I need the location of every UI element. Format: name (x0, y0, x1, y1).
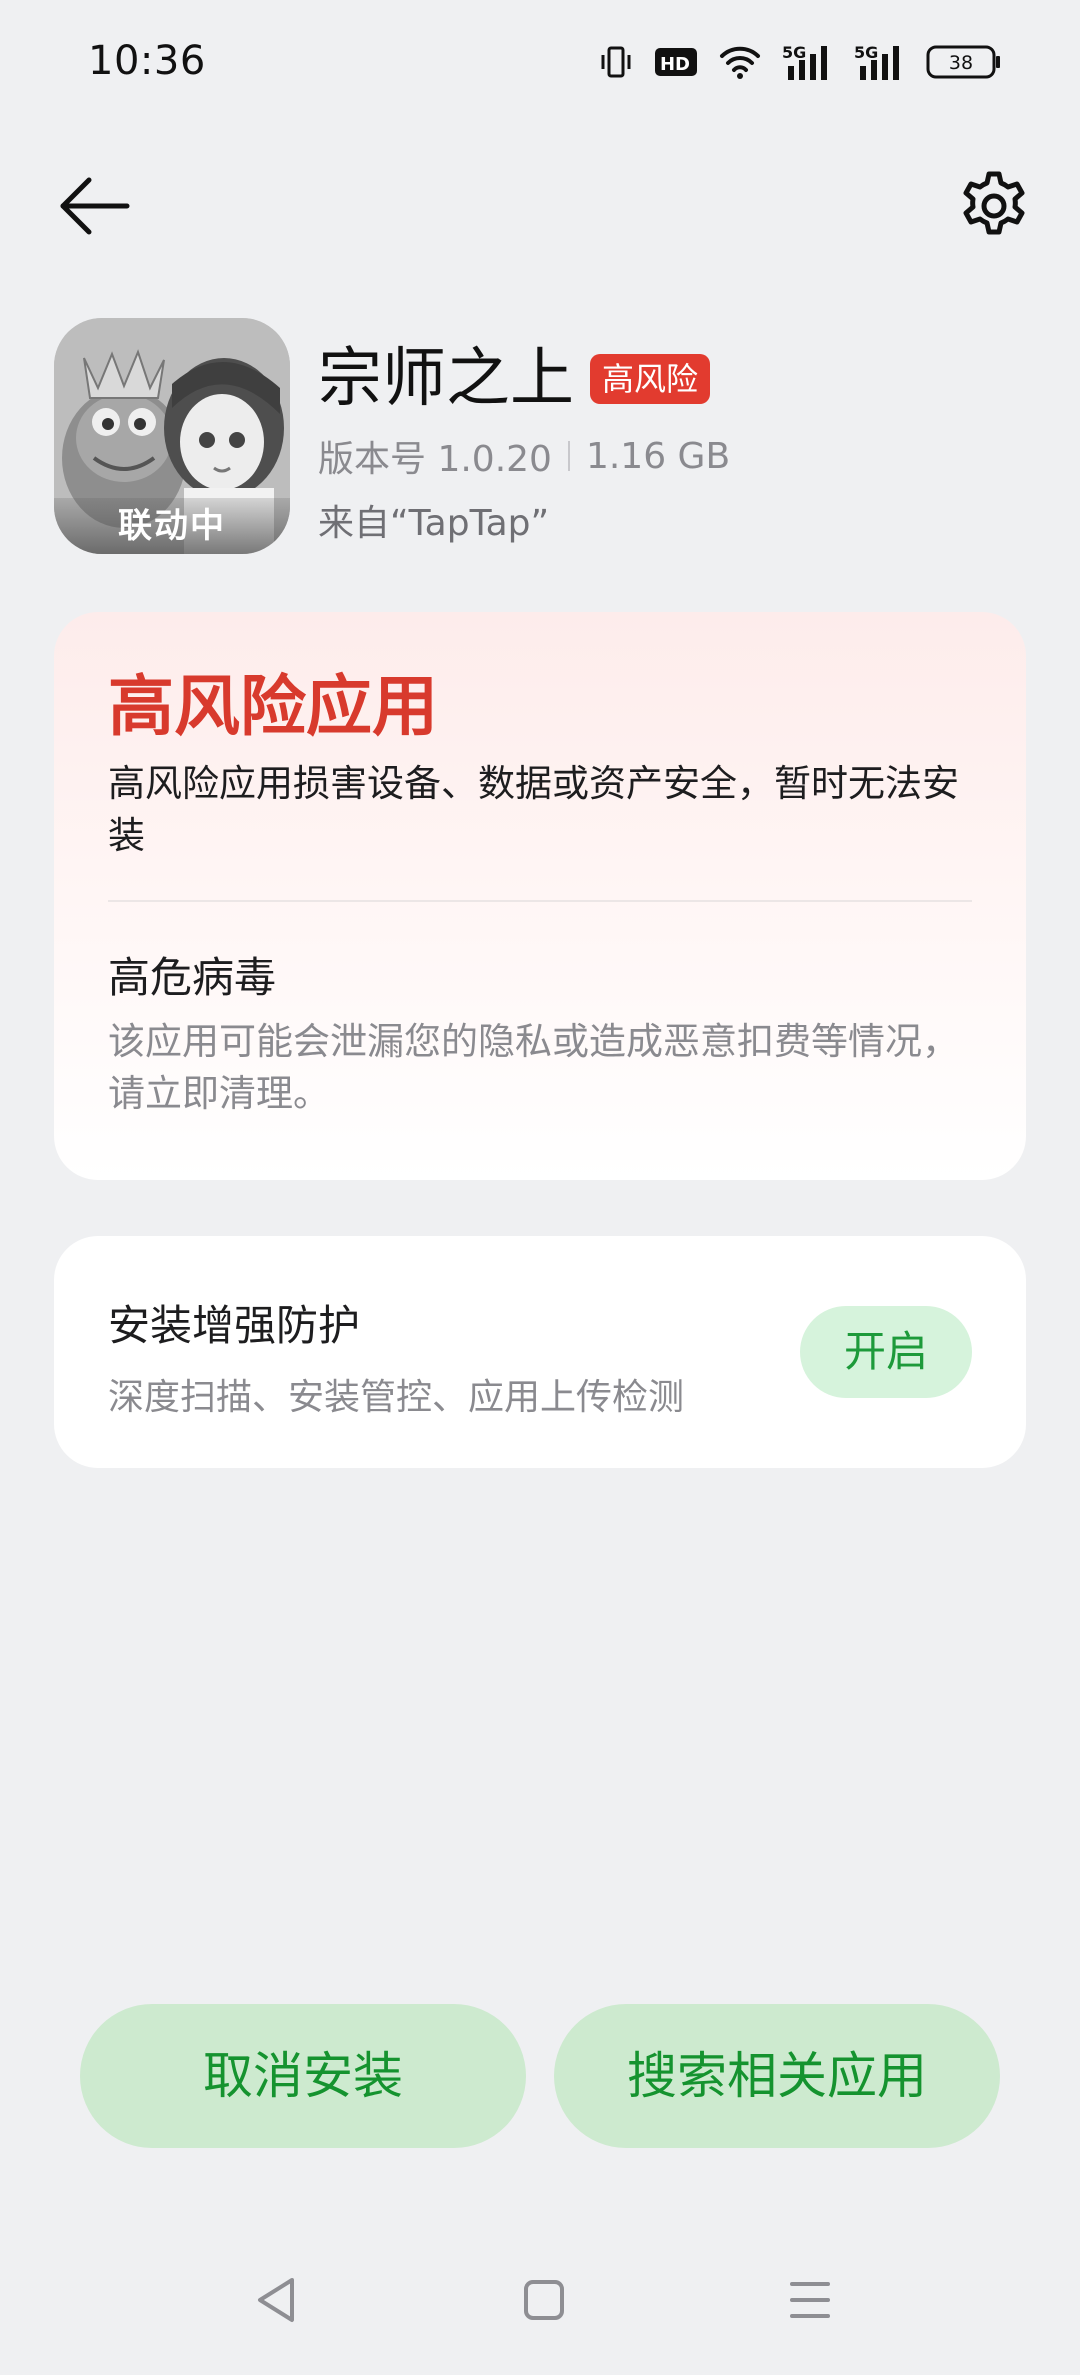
status-icons: HD 5G 5G 38 (598, 38, 1002, 86)
wifi-icon (720, 46, 760, 79)
cancel-install-button[interactable]: 取消安装 (80, 2004, 526, 2148)
app-source: 来自“TapTap” (318, 503, 550, 544)
gear-icon (963, 171, 1025, 235)
app-icon: 联动中 (54, 318, 290, 554)
app-version: 版本号 1.0.20 (318, 439, 552, 480)
risk-description: 高风险应用损害设备、数据或资产安全，暂时无法安装 (108, 762, 959, 857)
5g-signal-icon: 5G (782, 43, 827, 80)
protection-title: 安装增强防护 (108, 1301, 361, 1350)
network-label: 5G (782, 43, 806, 62)
virus-title: 高危病毒 (108, 953, 277, 1002)
risk-warning-card: 高风险应用 高风险应用损害设备、数据或资产安全，暂时无法安装 高危病毒 该应用可… (54, 612, 1026, 1180)
risk-title: 高风险应用 (108, 668, 438, 745)
navigation-bar (0, 2250, 1080, 2350)
battery-icon: 38 (926, 45, 1000, 79)
protection-description: 深度扫描、安装管控、应用上传检测 (108, 1377, 685, 1418)
nav-back-button[interactable] (226, 2250, 326, 2350)
nav-recent-icon (790, 2282, 830, 2318)
status-bar: 10:36 HD 5G 5G 38 (0, 0, 1080, 130)
app-name-row: 宗师之上 高风险 (318, 338, 711, 420)
5g-signal-icon: 5G (854, 43, 899, 80)
battery-level: 38 (949, 52, 973, 74)
card-divider (108, 900, 972, 902)
nav-home-icon (524, 2280, 564, 2320)
nav-home-button[interactable] (494, 2250, 594, 2350)
status-time: 10:36 (88, 38, 206, 84)
app-name: 宗师之上 (318, 342, 574, 416)
install-protection-card: 安装增强防护 深度扫描、安装管控、应用上传检测 开启 (54, 1236, 1026, 1468)
nav-back-icon (258, 2278, 294, 2322)
enable-protection-button[interactable]: 开启 (800, 1306, 972, 1398)
back-button[interactable] (48, 160, 140, 252)
hd-icon: HD (655, 48, 697, 76)
settings-button[interactable] (948, 160, 1040, 252)
back-arrow-icon (60, 177, 130, 235)
hd-label: HD (660, 54, 690, 75)
search-related-apps-button[interactable]: 搜索相关应用 (554, 2004, 1000, 2148)
nav-recent-button[interactable] (760, 2250, 860, 2350)
meta-divider (567, 441, 570, 471)
app-size: 1.16 GB (585, 435, 731, 477)
app-meta: 版本号 1.0.20 1.16 GB (318, 430, 730, 482)
virus-description: 该应用可能会泄漏您的隐私或造成恶意扣费等情况，请立即清理。 (108, 1020, 959, 1115)
vibrate-icon (601, 46, 631, 78)
app-icon-banner: 联动中 (54, 498, 290, 554)
risk-badge: 高风险 (590, 354, 711, 404)
network-label: 5G (854, 43, 878, 62)
